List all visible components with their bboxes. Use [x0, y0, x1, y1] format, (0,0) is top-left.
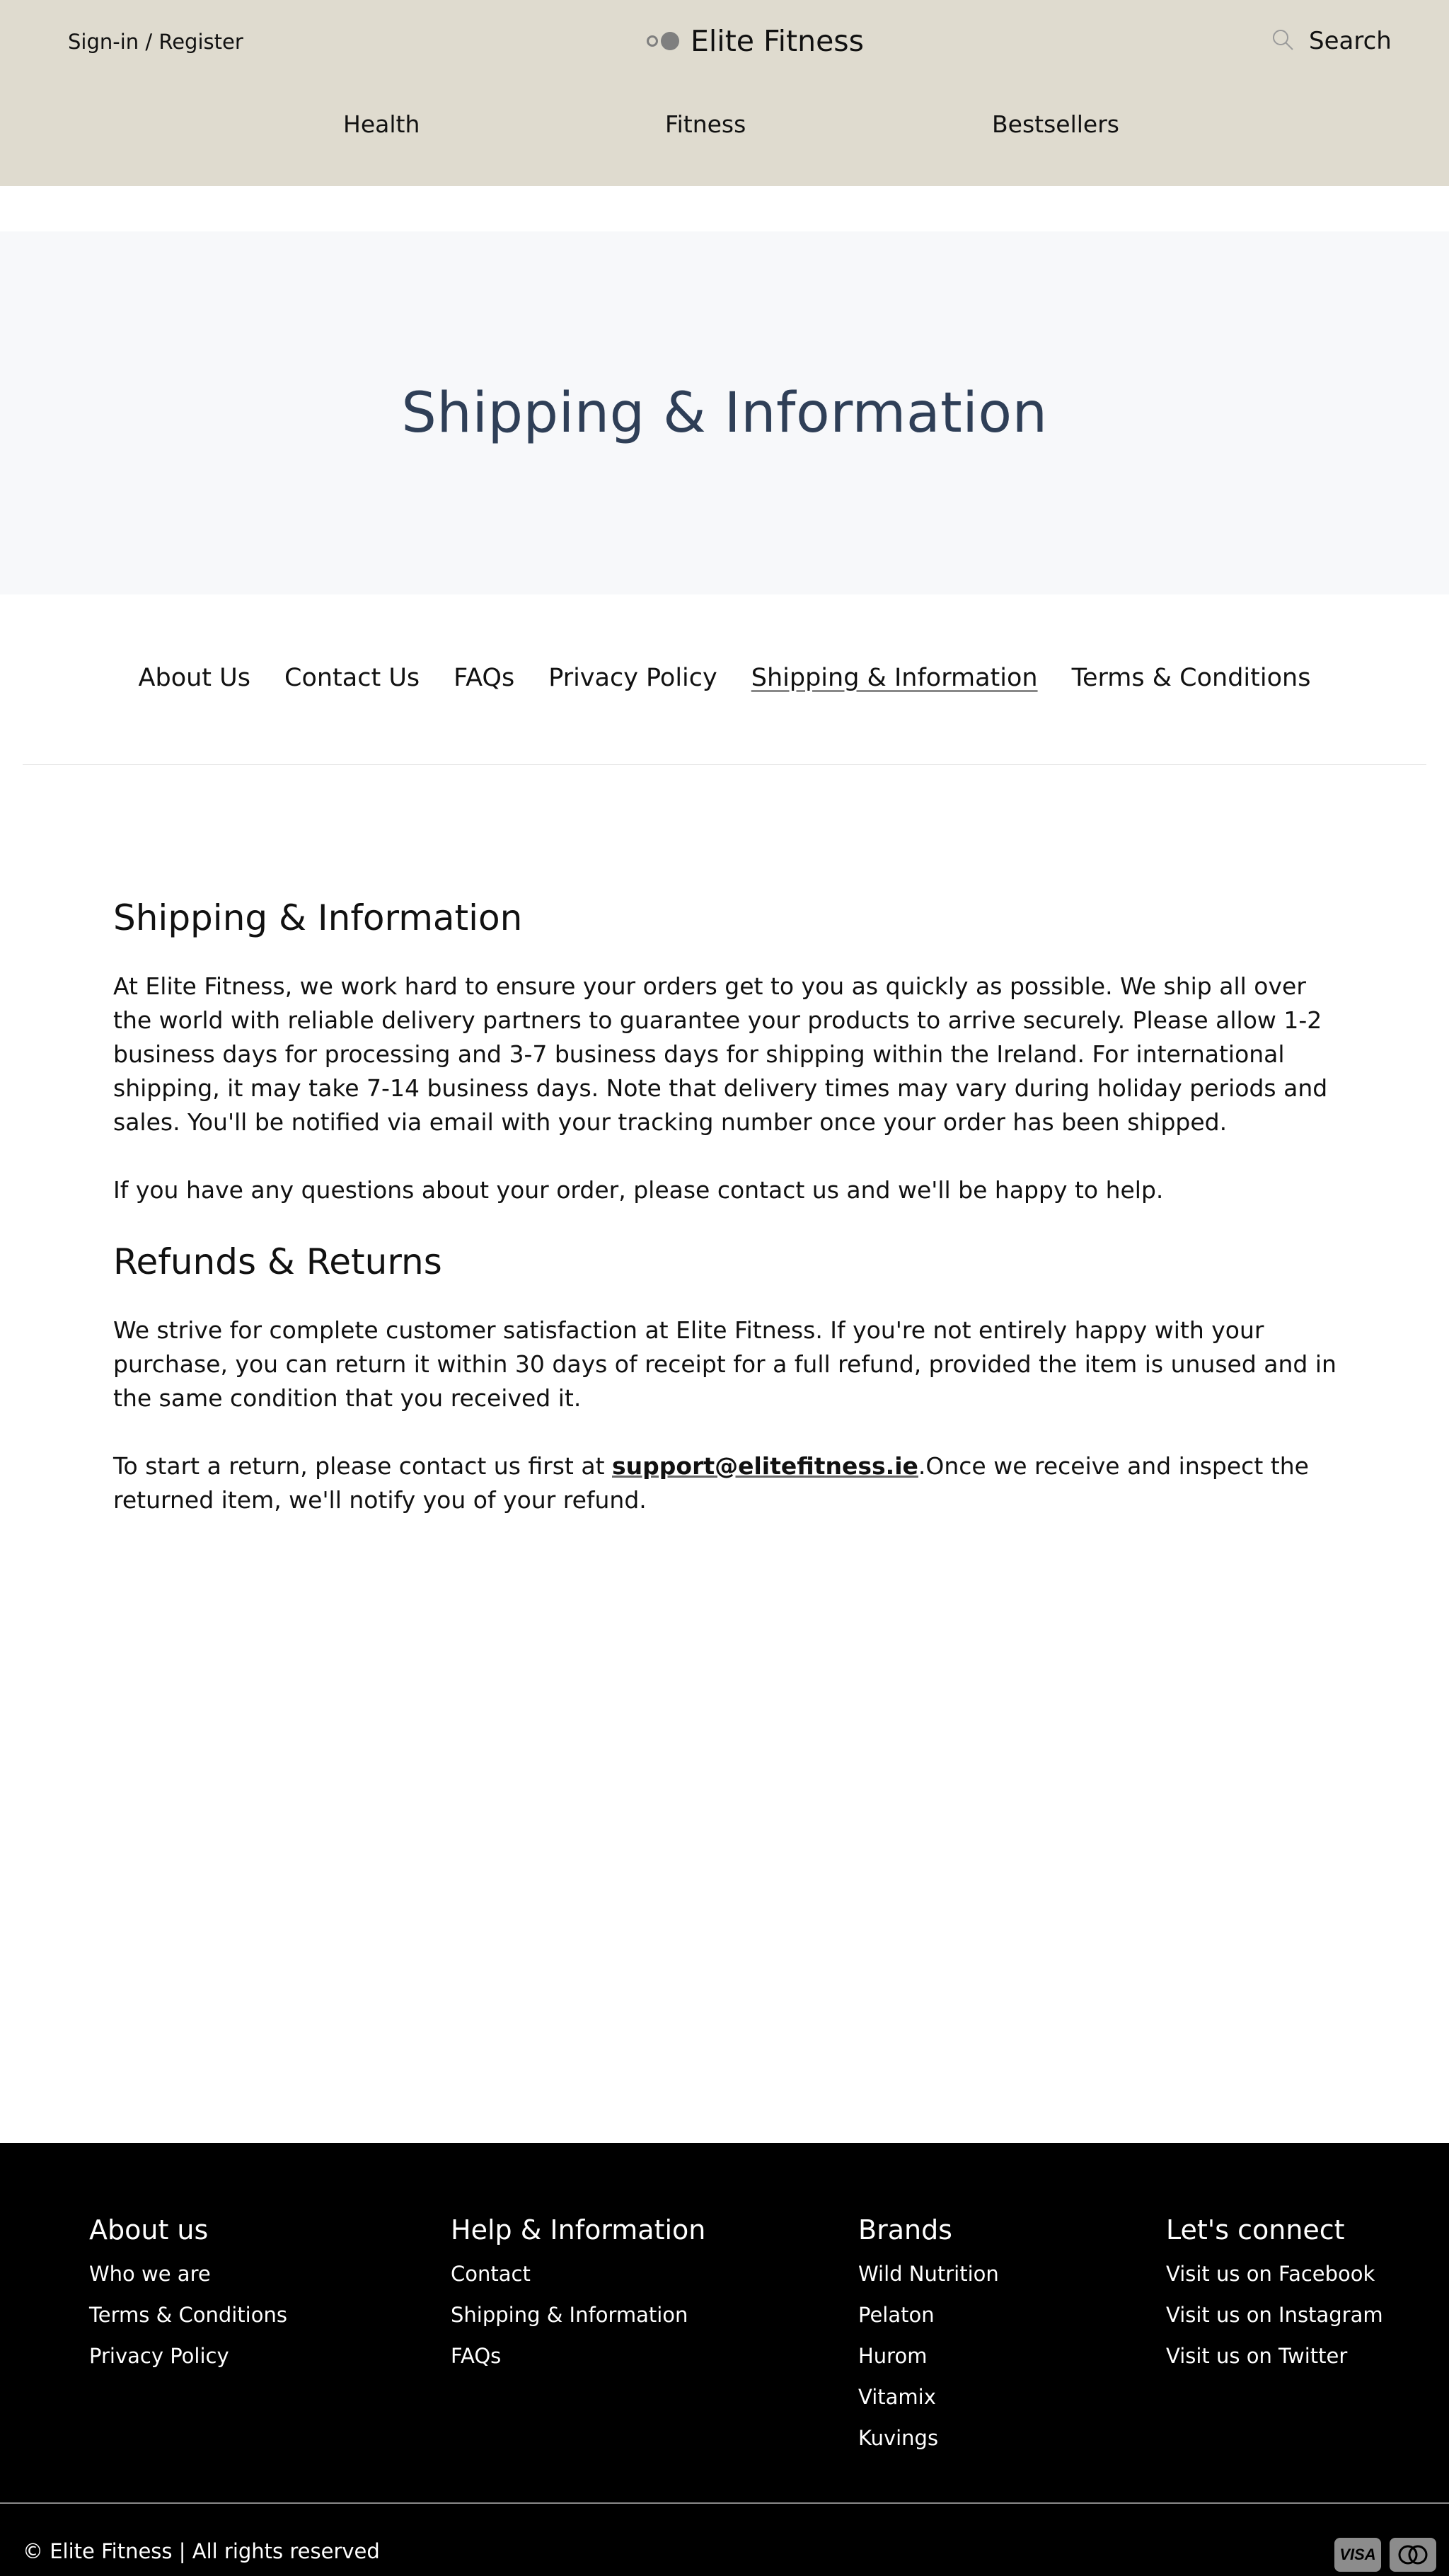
footer-link-faqs[interactable]: FAQs [451, 2346, 705, 2367]
footer-link-hurom[interactable]: Hurom [858, 2346, 999, 2367]
footer-column-help: Help & Information Contact Shipping & In… [451, 2214, 705, 2387]
footer-link-instagram[interactable]: Visit us on Instagram [1166, 2305, 1383, 2325]
search-label: Search [1309, 27, 1392, 55]
visa-label: VISA [1339, 2546, 1376, 2563]
footer-link-privacy[interactable]: Privacy Policy [89, 2346, 287, 2367]
footer-link-facebook[interactable]: Visit us on Facebook [1166, 2264, 1383, 2284]
footer-column-connect: Let's connect Visit us on Facebook Visit… [1166, 2214, 1383, 2387]
footer-link-pelaton[interactable]: Pelaton [858, 2305, 999, 2325]
subnav-contact-us[interactable]: Contact Us [284, 664, 420, 692]
visa-icon: VISA [1334, 2538, 1381, 2572]
page-title: Shipping & Information [401, 381, 1048, 445]
footer-link-terms[interactable]: Terms & Conditions [89, 2305, 287, 2325]
footer-divider [0, 2502, 1449, 2504]
footer-column-brands: Brands Wild Nutrition Pelaton Hurom Vita… [858, 2214, 999, 2469]
shipping-heading: Shipping & Information [113, 897, 523, 938]
mastercard-icon [1390, 2538, 1436, 2572]
payment-methods: VISA [1334, 2538, 1436, 2572]
logo-icon [647, 32, 679, 50]
nav-item-bestsellers[interactable]: Bestsellers [992, 110, 1119, 138]
nav-item-fitness[interactable]: Fitness [665, 110, 746, 138]
shipping-paragraph-1: At Elite Fitness, we work hard to ensure… [113, 972, 1328, 1136]
main-content: Shipping & Information At Elite Fitness,… [113, 897, 1344, 1551]
footer-link-who-we-are[interactable]: Who we are [89, 2264, 287, 2284]
subnav-terms-conditions[interactable]: Terms & Conditions [1072, 664, 1311, 692]
footer-heading: Help & Information [451, 2214, 706, 2246]
footer-heading: About us [89, 2214, 209, 2246]
support-email-link[interactable]: support@elitefitness.ie [612, 1452, 918, 1480]
footer-link-contact[interactable]: Contact [451, 2264, 705, 2284]
signin-register-link[interactable]: Sign-in / Register [68, 30, 243, 54]
info-pages-nav: About Us Contact Us FAQs Privacy Policy … [0, 664, 1449, 692]
refunds-text-before: To start a return, please contact us fir… [113, 1452, 613, 1480]
search-button[interactable]: Search [1271, 27, 1392, 55]
logo-text: Elite Fitness [691, 24, 865, 58]
site-footer: About us Who we are Terms & Conditions P… [0, 2143, 1449, 2576]
refunds-paragraph-2: To start a return, please contact us fir… [113, 1449, 1344, 1517]
site-logo[interactable]: Elite Fitness [647, 24, 864, 58]
footer-column-about: About us Who we are Terms & Conditions P… [89, 2214, 287, 2387]
nav-item-health[interactable]: Health [343, 110, 420, 138]
footer-heading: Brands [858, 2214, 952, 2246]
search-icon [1271, 28, 1295, 54]
refunds-heading: Refunds & Returns [113, 1241, 442, 1282]
section-divider [23, 764, 1426, 765]
footer-heading: Let's connect [1166, 2214, 1345, 2246]
shipping-paragraph-2: If you have any questions about your ord… [113, 1176, 1164, 1204]
subnav-privacy-policy[interactable]: Privacy Policy [548, 664, 717, 692]
subnav-shipping-information[interactable]: Shipping & Information [751, 664, 1038, 692]
copyright-text: © Elite Fitness | All rights reserved [23, 2539, 380, 2563]
footer-link-shipping[interactable]: Shipping & Information [451, 2305, 705, 2325]
footer-link-twitter[interactable]: Visit us on Twitter [1166, 2346, 1383, 2367]
main-nav: Health Fitness Bestsellers [0, 110, 1449, 139]
footer-link-kuvings[interactable]: Kuvings [858, 2428, 999, 2449]
footer-link-wild-nutrition[interactable]: Wild Nutrition [858, 2264, 999, 2284]
subnav-about-us[interactable]: About Us [139, 664, 250, 692]
footer-link-vitamix[interactable]: Vitamix [858, 2387, 999, 2408]
refunds-paragraph-1: We strive for complete customer satisfac… [113, 1316, 1337, 1412]
hero-banner: Shipping & Information [0, 231, 1449, 594]
site-header: Sign-in / Register Elite Fitness Search … [0, 0, 1449, 186]
subnav-faqs[interactable]: FAQs [454, 664, 514, 692]
